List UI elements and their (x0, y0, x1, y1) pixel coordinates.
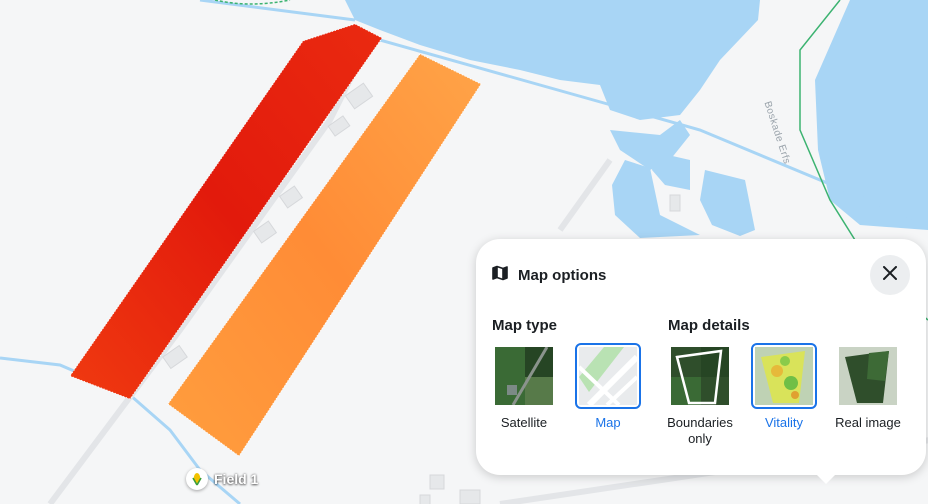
panel-title: Map options (518, 267, 607, 284)
map-thumbnail (575, 343, 641, 409)
map-details-boundaries-option[interactable]: Boundaries only (667, 343, 733, 447)
panel-header: Map options (492, 265, 606, 286)
boundaries-label: Boundaries only (667, 415, 733, 446)
close-button[interactable] (870, 255, 910, 295)
field-marker[interactable]: Field 1 (186, 468, 258, 490)
boundaries-thumbnail (667, 343, 733, 409)
real-image-thumbnail (835, 343, 901, 409)
map-details-real-image-option[interactable]: Real image (835, 343, 901, 431)
map-label: Map (595, 415, 621, 430)
map-type-heading: Map type (492, 317, 558, 334)
map-type-map-option[interactable]: Map (575, 343, 641, 431)
panel-pointer (816, 474, 836, 484)
real-image-label: Real image (835, 415, 901, 430)
close-icon (883, 265, 897, 285)
map-details-heading: Map details (668, 317, 750, 334)
field-name-label: Field 1 (214, 471, 259, 487)
satellite-label: Satellite (500, 415, 548, 430)
vitality-label: Vitality (764, 415, 804, 430)
map-icon (492, 265, 508, 286)
map-options-panel: Map options Map type Map details Satelli… (476, 239, 926, 484)
vitality-thumbnail (751, 343, 817, 409)
corn-icon (186, 468, 208, 490)
satellite-thumbnail (491, 343, 557, 409)
map-type-satellite-option[interactable]: Satellite (492, 343, 556, 431)
map-details-vitality-option[interactable]: Vitality (751, 343, 817, 431)
